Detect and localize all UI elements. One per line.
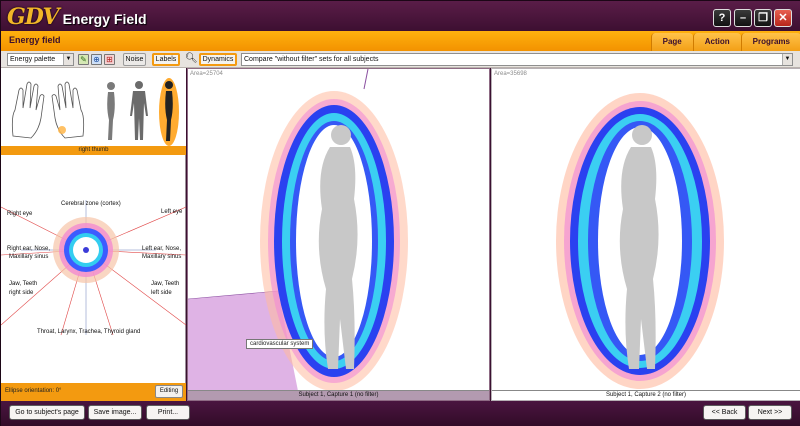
energy-field-image-2 — [556, 93, 724, 389]
body-profile-selected-icon[interactable] — [159, 78, 179, 146]
body-silhouette-1 — [318, 125, 358, 369]
ellipse-orientation: Ellipse orientation: 0° — [5, 388, 62, 394]
app-logo: GDV Energy Field — [7, 4, 147, 30]
compare-select-value: Compare "without filter" sets for all su… — [244, 56, 379, 63]
minimize-button[interactable]: – — [734, 9, 752, 27]
go-to-subject-button[interactable]: Go to subject's page — [9, 405, 85, 420]
palette-select-value: Energy palette — [10, 56, 56, 63]
left-hand-icon[interactable] — [11, 81, 45, 139]
sector-label-left-eye: Left eye — [161, 209, 183, 215]
bottom-bar: Go to subject's page Save image... Print… — [1, 401, 800, 426]
logo-gdv: GDV — [7, 4, 60, 30]
editing-button[interactable]: Editing — [155, 385, 183, 398]
sector-label-left-ear-2: Maxillary sinus — [142, 254, 182, 260]
orientation-bar: Ellipse orientation: 0° Editing — [1, 383, 186, 401]
save-image-button[interactable]: Save image... — [88, 405, 142, 420]
capture-panel-2[interactable]: Area=35698 Subject 1, Capture 2 (no filt… — [491, 68, 800, 401]
sector-label-jaw-left: Jaw, Teeth — [151, 281, 180, 287]
toolbar: Energy palette ▼ ✎ ⊕ ⊞ Noise Labels 🔍︎ D… — [1, 51, 800, 68]
help-button[interactable]: ? — [713, 9, 731, 27]
selected-finger-label: right thumb — [1, 146, 186, 155]
body-silhouette-2 — [619, 125, 659, 369]
sector-label-right-eye: Right eye — [7, 211, 33, 217]
labels-button[interactable]: Labels — [152, 53, 180, 66]
energy-field-image-1 — [188, 69, 408, 391]
area-value: Area=25704 — [190, 71, 223, 77]
body-side-icon[interactable] — [107, 82, 115, 140]
menu-page[interactable]: Page — [650, 33, 693, 51]
compare-select[interactable]: Compare "without filter" sets for all su… — [241, 53, 793, 66]
app-title: Energy Field — [62, 11, 147, 27]
left-panel: right thumb Cerebral zone (cortex) Right… — [1, 68, 186, 401]
title-bar: GDV Energy Field ? – ❐ ✕ — [1, 1, 800, 31]
print-button[interactable]: Print... — [146, 405, 190, 420]
palette-select[interactable]: Energy palette ▼ — [7, 53, 74, 66]
sector-label-jaw-left-2: left side — [151, 290, 172, 296]
next-button[interactable]: Next >> — [748, 405, 792, 420]
sector-label-right-ear: Right ear, Nose, — [7, 246, 51, 252]
sector-diagram — [1, 200, 186, 336]
sector-label-cerebral: Cerebral zone (cortex) — [61, 201, 121, 207]
main-menu: Page Action Programs — [650, 33, 800, 51]
sector-label-right-ear-2: Maxillary sinus — [9, 254, 49, 260]
noise-button[interactable]: Noise — [123, 53, 146, 66]
sector-label-throat: Throat, Larynx, Trachea, Thyroid gland — [37, 329, 141, 335]
finger-selector — [1, 68, 186, 146]
chevron-down-icon: ▼ — [63, 54, 73, 65]
back-button[interactable]: << Back — [703, 405, 746, 420]
body-front-icon[interactable] — [130, 81, 148, 140]
sector-label-left-ear: Left ear, Nose, — [142, 246, 182, 252]
close-button[interactable]: ✕ — [774, 9, 792, 27]
area-value: Area=35698 — [494, 71, 527, 77]
dynamics-button[interactable]: Dynamics — [199, 53, 237, 66]
capture-caption-1: Subject 1, Capture 1 (no filter) — [188, 390, 489, 400]
gdv-energy-field-window: GDV Energy Field ? – ❐ ✕ Energy field Pa… — [0, 0, 800, 426]
zoom-icon[interactable]: 🔍︎ — [185, 54, 198, 65]
capture-caption-2: Subject 1, Capture 2 (no filter) — [492, 390, 800, 400]
page-header: Energy field Page Action Programs — [1, 31, 800, 51]
chevron-down-icon: ▼ — [782, 54, 792, 65]
page-title: Energy field — [9, 35, 61, 45]
palette-blue-icon[interactable]: ⊕ — [91, 54, 102, 65]
sector-label-jaw-right: Jaw, Teeth — [9, 281, 38, 287]
right-hand-icon[interactable] — [51, 81, 85, 139]
menu-action[interactable]: Action — [692, 33, 741, 51]
menu-programs[interactable]: Programs — [740, 33, 800, 51]
capture-panel-1[interactable]: Area=25704 cardiovascular system Subject… — [187, 68, 490, 401]
sector-tooltip: cardiovascular system — [246, 339, 314, 349]
palette-green-icon[interactable]: ✎ — [78, 54, 89, 65]
restore-button[interactable]: ❐ — [754, 9, 772, 27]
sector-label-jaw-right-2: right side — [9, 290, 34, 296]
palette-red-icon[interactable]: ⊞ — [104, 54, 115, 65]
finger-aura-image — [53, 217, 119, 283]
